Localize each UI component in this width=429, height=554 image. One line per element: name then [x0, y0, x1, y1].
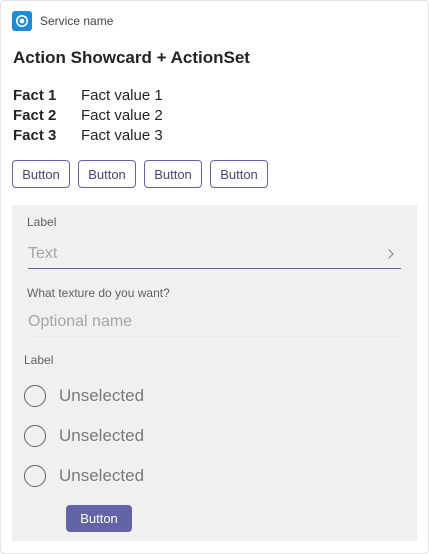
text-input[interactable]: Text — [28, 240, 401, 269]
fact-set: Fact 1 Fact value 1 Fact 2 Fact value 2 … — [13, 85, 163, 145]
fact-value: Fact value 2 — [81, 106, 163, 124]
service-name: Service name — [40, 14, 114, 28]
radio-circle[interactable] — [24, 425, 46, 447]
choice-set-label: Label — [24, 353, 54, 367]
action-button-4[interactable]: Button — [210, 160, 268, 188]
text-input-placeholder: Text — [28, 245, 58, 262]
adaptive-card: Service name Action Showcard + ActionSet… — [0, 0, 429, 554]
service-logo-icon — [12, 11, 32, 31]
radio-label: Unselected — [59, 466, 145, 485]
name-input[interactable]: Optional name — [28, 308, 401, 337]
fact-value: Fact value 1 — [81, 86, 163, 104]
showcard-panel: Label Text What texture do you want? Opt… — [12, 205, 417, 541]
fact-row: Fact 3 Fact value 3 — [13, 125, 163, 145]
action-button-1[interactable]: Button — [12, 160, 70, 188]
fact-title: Fact 2 — [13, 106, 57, 124]
radio-option[interactable]: Unselected — [24, 423, 144, 449]
fact-value: Fact value 3 — [81, 126, 163, 144]
fact-title: Fact 3 — [13, 126, 57, 144]
card-title: Action Showcard + ActionSet — [13, 48, 250, 67]
action-button-2[interactable]: Button — [78, 160, 136, 188]
text-input-label: Label — [27, 215, 57, 229]
fact-row: Fact 2 Fact value 2 — [13, 105, 163, 125]
fact-row: Fact 1 Fact value 1 — [13, 85, 163, 105]
submit-button[interactable]: Button — [66, 505, 132, 532]
action-button-3[interactable]: Button — [144, 160, 202, 188]
chevron-right-icon — [387, 248, 395, 260]
name-input-placeholder: Optional name — [28, 313, 133, 330]
radio-option[interactable]: Unselected — [24, 383, 144, 409]
fact-title: Fact 1 — [13, 86, 57, 104]
action-set: Button Button Button Button — [12, 160, 268, 188]
radio-label: Unselected — [59, 426, 145, 445]
radio-option[interactable]: Unselected — [24, 463, 144, 489]
radio-label: Unselected — [59, 386, 145, 405]
radio-circle[interactable] — [24, 385, 46, 407]
service-header: Service name — [12, 11, 113, 31]
radio-circle[interactable] — [24, 465, 46, 487]
name-input-label: What texture do you want? — [27, 286, 170, 300]
